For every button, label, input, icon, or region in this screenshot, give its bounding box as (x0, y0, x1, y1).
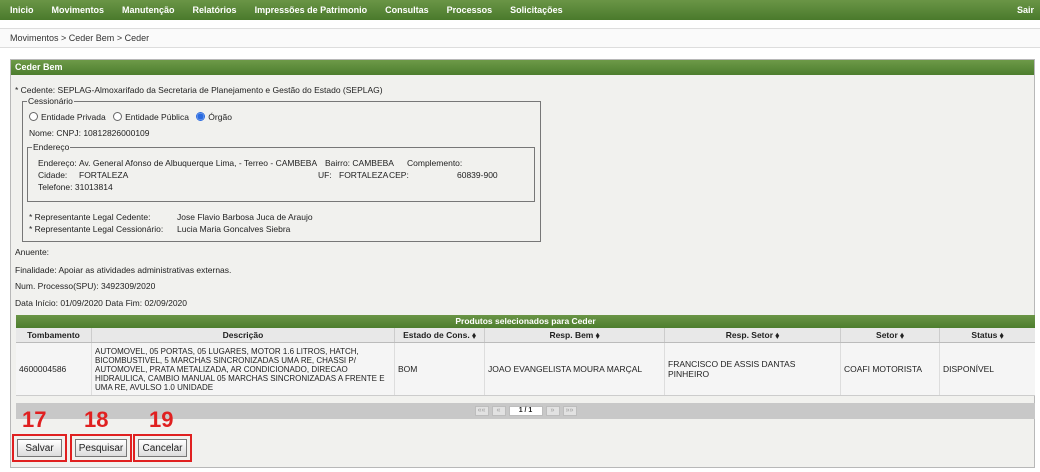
prev-page-button[interactable]: « (491, 406, 506, 416)
finalidade: Finalidade: Apoiar as atividades adminis… (15, 265, 232, 275)
complemento: Complemento: (407, 158, 463, 168)
rep-cedente-value: Jose Flavio Barbosa Juca de Araujo (177, 212, 313, 222)
menu-manutencao[interactable]: Manutenção (113, 5, 184, 15)
anuente: Anuente: (15, 247, 50, 257)
col-status[interactable]: Status ⬧ (940, 328, 1035, 342)
cessionario-type-radios: Entidade Privada Entidade Pública Órgão (29, 112, 232, 122)
telefone: Telefone: 31013814 (38, 182, 113, 192)
nome-cnpj: Nome: CNPJ: 10812826000109 (29, 128, 150, 138)
cell-tombamento: 4600004586 (16, 343, 92, 395)
breadcrumb: Movimentos > Ceder Bem > Ceder (0, 28, 1040, 48)
cell-descricao: AUTOMOVEL, 05 PORTAS, 05 LUGARES, MOTOR … (92, 343, 395, 395)
col-descricao[interactable]: Descrição (92, 328, 395, 342)
pesquisar-highlight: Pesquisar (70, 434, 132, 462)
radio-label: Órgão (208, 112, 232, 122)
num-processo: Num. Processo(SPU): 3492309/2020 (15, 281, 156, 291)
cedente-text: * Cedente: SEPLAG-Almoxarifado da Secret… (15, 85, 383, 95)
breadcrumb-movimentos[interactable]: Movimentos (10, 33, 59, 43)
col-resp-bem[interactable]: Resp. Bem ⬧ (485, 328, 665, 342)
cessionario-fieldset: Cessionário Entidade Privada Entidade Pú… (22, 96, 541, 242)
breadcrumb-separator: > (114, 33, 125, 43)
col-estado[interactable]: Estado de Cons. ⬧ (395, 328, 485, 342)
endereco-value: Av. General Afonso de Albuquerque Lima, … (79, 158, 318, 168)
cidade-value: FORTALEZA (79, 170, 129, 180)
table-row[interactable]: 4600004586 AUTOMOVEL, 05 PORTAS, 05 LUGA… (16, 343, 1035, 396)
last-page-button[interactable]: »» (562, 406, 577, 416)
menu-processos[interactable]: Processos (438, 5, 502, 15)
rep-cedente-label: * Representante Legal Cedente: (29, 212, 151, 222)
endereco-label: Endereço: (38, 158, 77, 168)
cessionario-legend: Cessionário (27, 96, 74, 106)
breadcrumb-ceder: Ceder (124, 33, 150, 43)
radio-label: Entidade Privada (41, 112, 106, 122)
cep-value: 60839-900 (457, 170, 498, 180)
cell-resp-setor: FRANCISCO DE ASSIS DANTAS PINHEIRO (665, 343, 841, 395)
cell-setor: COAFI MOTORISTA (841, 343, 940, 395)
cell-status: DISPONÍVEL (943, 364, 995, 374)
radio-entidade-publica[interactable] (113, 112, 123, 121)
breadcrumb-separator: > (58, 33, 69, 43)
col-tombamento[interactable]: Tombamento (16, 328, 92, 342)
top-menu-bar: Inicio Movimentos Manutenção Relatórios … (0, 0, 1040, 20)
cancelar-highlight: Cancelar (133, 434, 192, 462)
datas: Data Início: 01/09/2020 Data Fim: 02/09/… (15, 298, 188, 308)
ceder-bem-panel: Ceder Bem * Cedente: SEPLAG-Almoxarifado… (10, 59, 1035, 468)
menu-relatorios[interactable]: Relatórios (184, 5, 246, 15)
salvar-highlight: Salvar (12, 434, 67, 462)
uf-label: UF: (318, 170, 332, 180)
menu-sair[interactable]: Sair (1008, 5, 1040, 15)
panel-title: Ceder Bem (11, 60, 1034, 75)
rep-cessionario-label: * Representante Legal Cessionário: (29, 224, 164, 234)
cidade-label: Cidade: (38, 170, 68, 180)
page-indicator: 1 / 1 (508, 406, 543, 416)
menu-movimentos[interactable]: Movimentos (43, 5, 114, 15)
table-title: Produtos selecionados para Ceder (16, 315, 1035, 328)
cell-resp-bem: JOAO EVANGELISTA MOURA MARÇAL (485, 343, 665, 395)
salvar-button[interactable]: Salvar (17, 439, 62, 457)
breadcrumb-ceder-bem[interactable]: Ceder Bem (69, 33, 115, 43)
first-page-button[interactable]: «« (474, 406, 489, 416)
menu-solicitacoes[interactable]: Solicitações (501, 5, 572, 15)
endereco-legend: Endereço (32, 142, 71, 152)
cancelar-button[interactable]: Cancelar (138, 439, 187, 457)
table-header: Tombamento Descrição Estado de Cons. ⬧ R… (16, 328, 1035, 343)
col-setor[interactable]: Setor ⬧ (841, 328, 940, 342)
annotation-18: 18 (84, 407, 109, 432)
bairro: Bairro: CAMBEBA (325, 158, 394, 168)
uf-value: FORTALEZA (339, 170, 389, 180)
menu-impressoes[interactable]: Impressões de Patrimonio (246, 5, 377, 15)
annotation-19: 19 (149, 407, 174, 432)
cell-estado: BOM (395, 343, 485, 395)
col-resp-setor[interactable]: Resp. Setor ⬧ (665, 328, 841, 342)
rep-cessionario-value: Lucia Maria Goncalves Siebra (177, 224, 291, 234)
annotation-17: 17 (22, 407, 47, 432)
cep-label: CEP: (389, 170, 409, 180)
pesquisar-button[interactable]: Pesquisar (75, 439, 127, 457)
radio-orgao[interactable] (196, 112, 206, 121)
radio-label: Entidade Pública (125, 112, 189, 122)
endereco-fieldset: Endereço Endereço: Av. General Afonso de… (27, 142, 535, 202)
menu-inicio[interactable]: Inicio (0, 5, 43, 15)
next-page-button[interactable]: » (545, 406, 560, 416)
menu-consultas[interactable]: Consultas (376, 5, 438, 15)
radio-entidade-privada[interactable] (29, 112, 38, 121)
